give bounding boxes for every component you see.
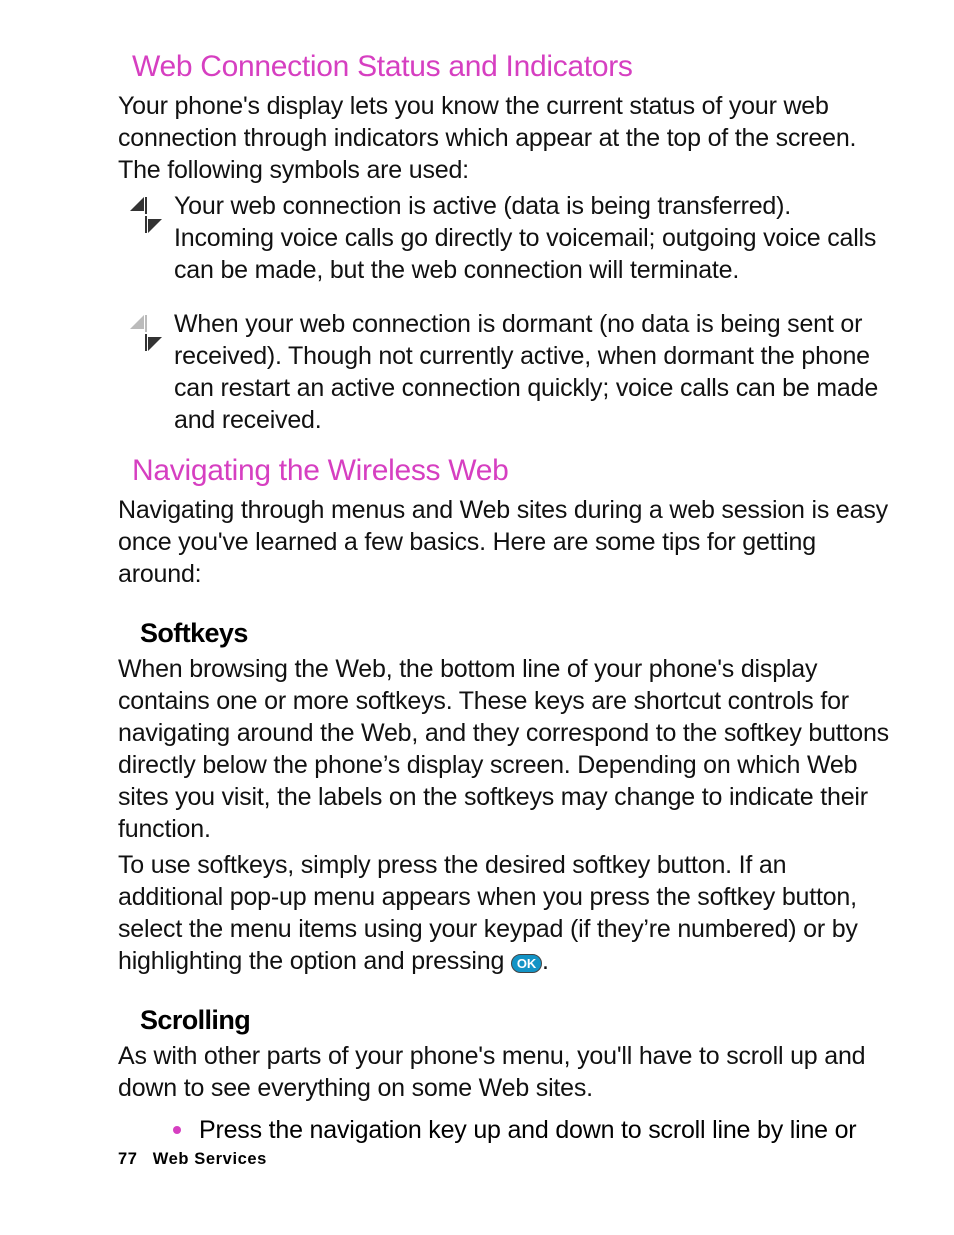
paragraph-scrolling-1: As with other parts of your phone's menu…: [118, 1040, 894, 1104]
page-content: Web Connection Status and Indicators You…: [0, 0, 954, 1146]
ok-button-icon: OK: [511, 954, 542, 973]
heading-web-connection: Web Connection Status and Indicators: [132, 50, 894, 84]
list-item: Press the navigation key up and down to …: [118, 1114, 894, 1146]
data-active-icon: [118, 190, 174, 236]
indicator-dormant-text: When your web connection is dormant (no …: [174, 308, 894, 436]
paragraph-softkeys-1: When browsing the Web, the bottom line o…: [118, 653, 894, 845]
heading-softkeys: Softkeys: [140, 618, 894, 649]
softkeys-text-a: To use softkeys, simply press the desire…: [118, 851, 858, 975]
chapter-title: Web Services: [153, 1150, 267, 1168]
scrolling-bullet-list: Press the navigation key up and down to …: [118, 1114, 894, 1146]
paragraph-nav-intro: Navigating through menus and Web sites d…: [118, 494, 894, 590]
paragraph-web-conn-intro: Your phone's display lets you know the c…: [118, 90, 894, 186]
bullet-text: Press the navigation key up and down to …: [199, 1114, 856, 1146]
heading-navigating: Navigating the Wireless Web: [132, 454, 894, 488]
softkeys-text-b: .: [542, 947, 549, 975]
data-dormant-icon: [118, 308, 174, 354]
indicator-row-dormant: When your web connection is dormant (no …: [118, 308, 894, 440]
indicator-active-text: Your web connection is active (data is b…: [174, 190, 894, 286]
indicator-row-active: Your web connection is active (data is b…: [118, 190, 894, 290]
page-number: 77: [118, 1150, 138, 1168]
bullet-icon: [173, 1126, 181, 1134]
page-footer: 77 Web Services: [118, 1150, 267, 1169]
paragraph-softkeys-2: To use softkeys, simply press the desire…: [118, 849, 894, 977]
heading-scrolling: Scrolling: [140, 1005, 894, 1036]
